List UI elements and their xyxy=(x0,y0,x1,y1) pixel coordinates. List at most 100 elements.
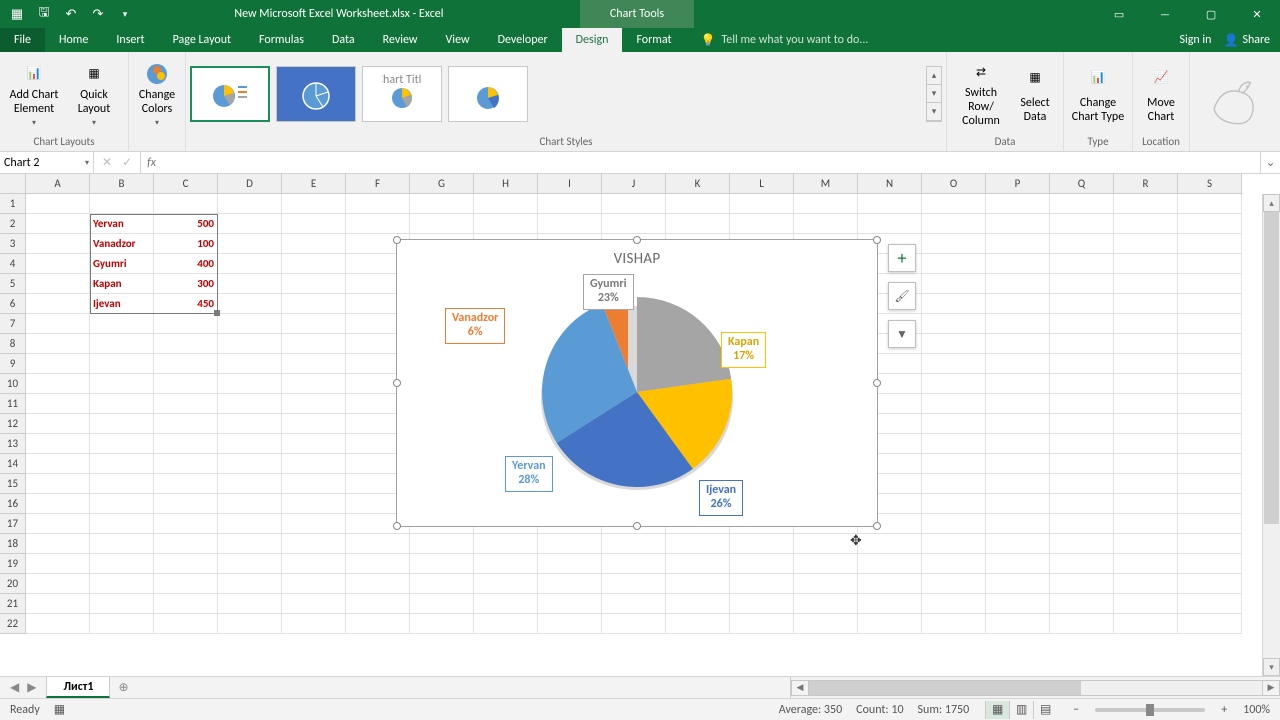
cell[interactable] xyxy=(26,574,90,594)
cell[interactable] xyxy=(90,574,154,594)
cell[interactable] xyxy=(1178,594,1242,614)
cell[interactable] xyxy=(1178,494,1242,514)
tab-view[interactable]: View xyxy=(432,28,484,52)
cell[interactable] xyxy=(154,474,218,494)
cell[interactable] xyxy=(858,194,922,214)
cell[interactable] xyxy=(26,334,90,354)
cell[interactable] xyxy=(602,574,666,594)
column-header[interactable]: D xyxy=(218,174,282,194)
cell[interactable] xyxy=(1050,214,1114,234)
maximize-button[interactable]: ▢ xyxy=(1188,0,1234,28)
cell[interactable] xyxy=(922,254,986,274)
cell[interactable] xyxy=(794,554,858,574)
row-header[interactable]: 10 xyxy=(0,374,26,394)
zoom-level[interactable]: 100% xyxy=(1243,703,1270,717)
cell[interactable] xyxy=(1050,574,1114,594)
cell[interactable] xyxy=(1178,534,1242,554)
cell[interactable] xyxy=(218,234,282,254)
column-header[interactable]: P xyxy=(986,174,1050,194)
select-all-corner[interactable] xyxy=(0,174,26,194)
cell[interactable] xyxy=(986,574,1050,594)
cell[interactable] xyxy=(538,214,602,234)
cell[interactable] xyxy=(1114,194,1178,214)
cell[interactable] xyxy=(282,354,346,374)
cell[interactable] xyxy=(858,534,922,554)
cell[interactable] xyxy=(666,194,730,214)
chart-title[interactable]: VISHAP xyxy=(397,240,877,268)
row-header[interactable]: 2 xyxy=(0,214,26,234)
cell[interactable] xyxy=(26,514,90,534)
cell[interactable] xyxy=(1114,474,1178,494)
cell[interactable] xyxy=(26,374,90,394)
zoom-slider[interactable] xyxy=(1095,708,1205,712)
cell[interactable] xyxy=(282,294,346,314)
cell[interactable] xyxy=(986,274,1050,294)
cell[interactable] xyxy=(26,534,90,554)
row-header[interactable]: 13 xyxy=(0,434,26,454)
row-header[interactable]: 12 xyxy=(0,414,26,434)
cell[interactable] xyxy=(218,274,282,294)
row-header[interactable]: 8 xyxy=(0,334,26,354)
cell[interactable] xyxy=(474,534,538,554)
tab-design[interactable]: Design xyxy=(562,28,623,52)
column-header[interactable]: S xyxy=(1178,174,1242,194)
cell[interactable] xyxy=(1114,614,1178,634)
row-header[interactable]: 18 xyxy=(0,534,26,554)
cell[interactable] xyxy=(1178,274,1242,294)
column-header[interactable]: E xyxy=(282,174,346,194)
cell[interactable] xyxy=(1178,434,1242,454)
cell[interactable] xyxy=(218,194,282,214)
cell[interactable] xyxy=(1114,354,1178,374)
cell[interactable] xyxy=(858,554,922,574)
cell[interactable] xyxy=(410,214,474,234)
cell[interactable] xyxy=(282,274,346,294)
cell[interactable] xyxy=(922,294,986,314)
cell[interactable] xyxy=(1178,254,1242,274)
cell[interactable] xyxy=(90,194,154,214)
scroll-down-icon[interactable]: ▾ xyxy=(1263,658,1280,676)
cell[interactable] xyxy=(26,254,90,274)
cell[interactable] xyxy=(602,614,666,634)
cell[interactable] xyxy=(26,234,90,254)
cell[interactable] xyxy=(90,314,154,334)
cell[interactable] xyxy=(474,214,538,234)
cell[interactable] xyxy=(538,194,602,214)
cell[interactable] xyxy=(922,194,986,214)
cell[interactable] xyxy=(154,434,218,454)
cell[interactable] xyxy=(602,214,666,234)
cell[interactable] xyxy=(1114,334,1178,354)
cell[interactable] xyxy=(1050,314,1114,334)
cell[interactable] xyxy=(282,494,346,514)
cell[interactable] xyxy=(410,534,474,554)
cell[interactable] xyxy=(218,314,282,334)
cell[interactable] xyxy=(922,414,986,434)
cell[interactable] xyxy=(986,454,1050,474)
cell[interactable] xyxy=(1114,374,1178,394)
cell[interactable] xyxy=(90,454,154,474)
cell[interactable] xyxy=(858,214,922,234)
horizontal-scrollbar[interactable]: ◀ ▶ xyxy=(790,677,1280,698)
cell[interactable] xyxy=(282,454,346,474)
cell[interactable] xyxy=(538,554,602,574)
cell[interactable] xyxy=(602,194,666,214)
cell[interactable] xyxy=(1178,454,1242,474)
cell[interactable] xyxy=(986,354,1050,374)
view-page-break-icon[interactable]: ▤ xyxy=(1033,701,1057,719)
cell[interactable] xyxy=(1114,414,1178,434)
cell[interactable] xyxy=(218,354,282,374)
cell[interactable] xyxy=(154,454,218,474)
cell[interactable] xyxy=(282,234,346,254)
cell[interactable] xyxy=(1114,314,1178,334)
cell[interactable] xyxy=(922,334,986,354)
enter-formula-icon[interactable]: ✓ xyxy=(122,155,132,170)
cell[interactable] xyxy=(794,594,858,614)
cell[interactable] xyxy=(1178,374,1242,394)
undo-icon[interactable]: ↶ xyxy=(58,0,84,28)
cell[interactable] xyxy=(1178,314,1242,334)
cell[interactable] xyxy=(730,214,794,234)
cell[interactable] xyxy=(218,534,282,554)
cell[interactable] xyxy=(922,374,986,394)
sign-in-link[interactable]: Sign in xyxy=(1179,33,1211,47)
column-header[interactable]: M xyxy=(794,174,858,194)
cell[interactable] xyxy=(1178,294,1242,314)
